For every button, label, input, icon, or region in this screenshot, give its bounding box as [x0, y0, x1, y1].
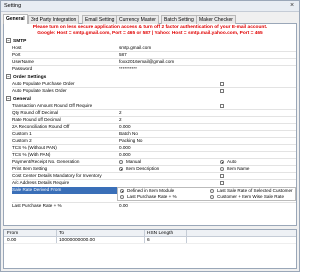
last-sale-rate-radio[interactable] [210, 189, 214, 193]
address-details-row: A/c Address Details Require [12, 180, 296, 186]
banner-line-2: Google: Host = smtp.gmail.com, Port = 46… [37, 31, 263, 36]
manual-radio[interactable] [119, 160, 123, 164]
auto-so-checkbox[interactable] [220, 89, 224, 93]
tab-maker-checker[interactable]: Maker Checker [196, 15, 236, 24]
email-warning-banner: Please turn on less secure application a… [4, 25, 296, 37]
hsn-table: From To HSN Length 0.00 10000000000.00 6 [3, 229, 297, 269]
settings-window: Setting × General 3rd Party Integration … [0, 0, 300, 272]
tab-3rd-party-integration[interactable]: 3rd Party Integration [28, 15, 80, 24]
customer-item-rate-radio[interactable] [210, 195, 214, 199]
tab-currency-master[interactable]: Currency Master [116, 15, 159, 24]
last-purchase-rate-radio[interactable] [120, 195, 124, 199]
item-name-radio[interactable] [220, 167, 224, 171]
table-row[interactable]: 0.00 10000000000.00 6 [4, 237, 296, 244]
tab-batch-setting[interactable]: Batch Setting [161, 15, 197, 24]
password-field[interactable]: ********** [119, 66, 137, 72]
last-purchase-row: Last Purchase Rate + % 0.00 [12, 203, 128, 209]
auto-so-row: Auto Populate Sales Order [12, 88, 296, 94]
tab-general[interactable]: General [3, 14, 28, 24]
window-title: Setting [4, 3, 22, 9]
close-icon[interactable]: × [288, 2, 296, 10]
collapse-icon[interactable]: − [6, 96, 11, 101]
defined-in-item-radio[interactable] [120, 189, 124, 193]
settings-panel: Please turn on less secure application a… [3, 24, 297, 226]
sale-rate-options: Defined in Item Module Last Sale Rate of… [117, 187, 296, 201]
tab-email-setting[interactable]: Email Setting [82, 15, 118, 24]
round-off-require-checkbox[interactable] [220, 104, 224, 108]
tab-strip: General 3rd Party Integration Email Sett… [3, 14, 297, 24]
table-header: From To HSN Length [4, 230, 296, 237]
collapse-icon[interactable]: − [6, 38, 11, 43]
section-general[interactable]: − General [6, 96, 31, 102]
smtp-password-row: Password ********** [12, 66, 296, 72]
auto-so-label: Auto Populate Sales Order [12, 88, 67, 93]
auto-po-checkbox[interactable] [220, 82, 224, 86]
cost-center-checkbox[interactable] [220, 174, 224, 178]
auto-radio[interactable] [220, 160, 224, 164]
item-description-radio[interactable] [119, 167, 123, 171]
title-bar: Setting × [1, 1, 299, 12]
address-details-checkbox[interactable] [220, 181, 224, 185]
section-smtp[interactable]: − SMTP [6, 38, 26, 44]
password-label: Password [12, 66, 33, 71]
collapse-icon[interactable]: − [6, 74, 11, 79]
section-order-settings[interactable]: − Order Settings [6, 74, 46, 80]
last-purchase-field[interactable]: 0.00 [119, 203, 128, 209]
